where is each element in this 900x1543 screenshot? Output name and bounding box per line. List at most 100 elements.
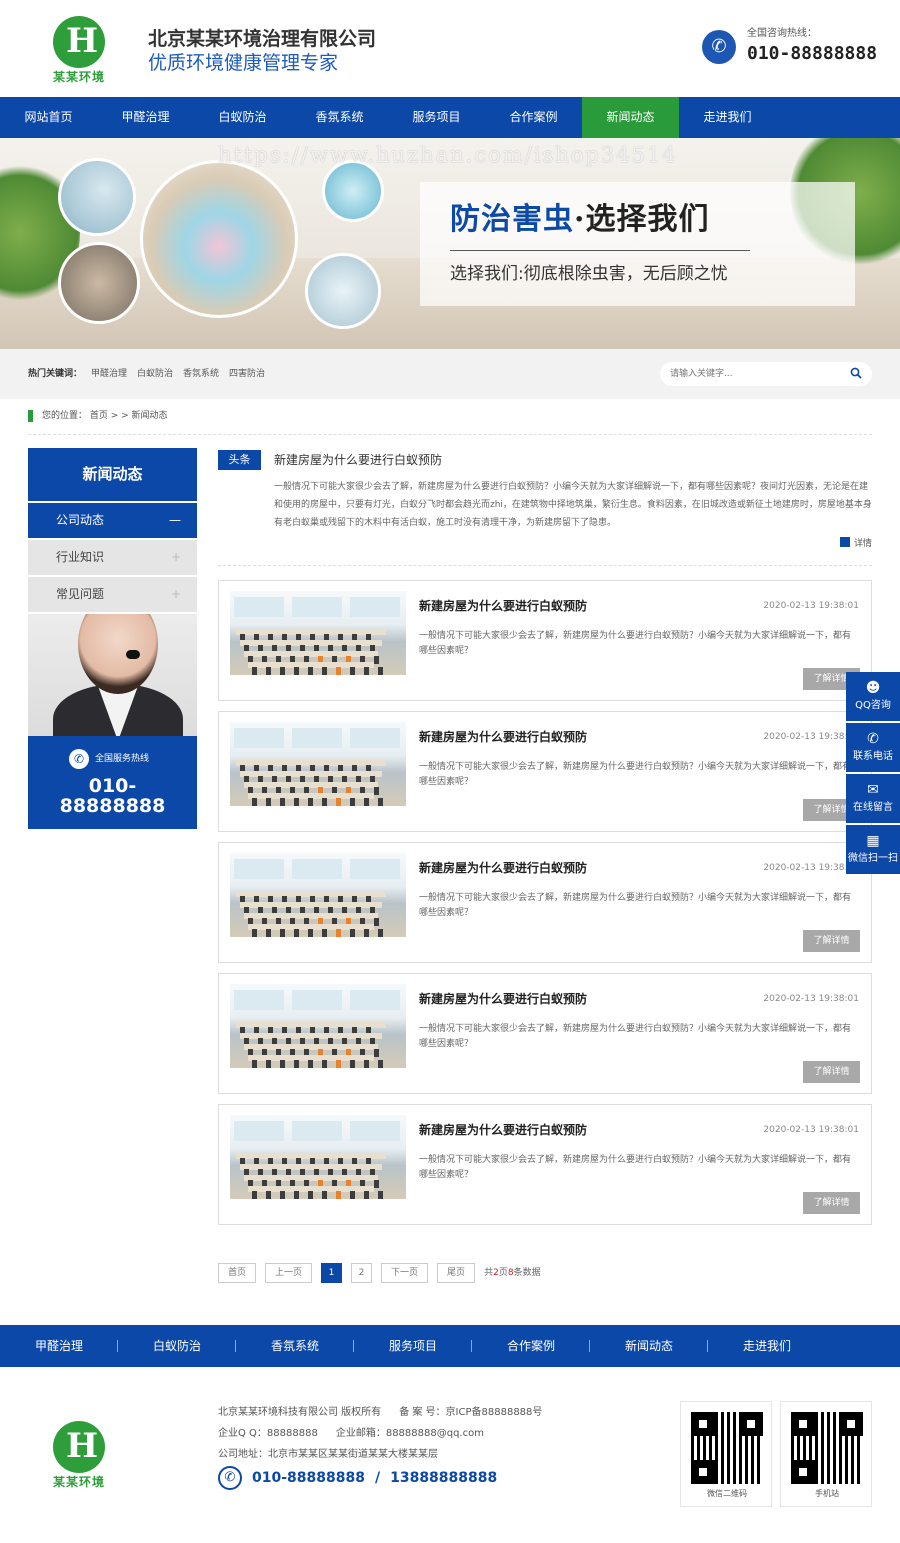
nav-item-termite[interactable]: 白蚁防治 (194, 97, 291, 138)
float-phone[interactable]: ✆ 联系电话 (846, 723, 900, 772)
nav-item-home[interactable]: 网站首页 (0, 97, 97, 138)
footer-nav-label: 服务项目 (388, 1339, 437, 1353)
news-card[interactable]: 新建房屋为什么要进行白蚁预防 2020-02-13 19:38:01 一般情况下可能… (218, 580, 872, 701)
logo[interactable]: H 某某环境 (50, 16, 108, 84)
page-number[interactable]: 2 (351, 1263, 373, 1283)
search-icon[interactable] (850, 367, 862, 379)
phone-icon: ✆ (218, 1466, 242, 1490)
site-header: H 某某环境 北京某某环境治理有限公司 优质环境健康管理专家 ✆ 全国咨询热线：… (0, 0, 900, 97)
page-next[interactable]: 下一页 (381, 1263, 429, 1283)
office-photo[interactable] (230, 853, 406, 937)
company-name: 北京某某环境治理有限公司 (148, 28, 377, 50)
footer-nav-item[interactable]: 香氛系统 (236, 1325, 354, 1367)
nav-item-fragrance[interactable]: 香氛系统 (291, 97, 388, 138)
footer-logo[interactable]: H 某某环境 (50, 1421, 108, 1489)
keyword-link[interactable]: 四害防治 (229, 367, 265, 381)
keyword-link[interactable]: 香氛系统 (183, 367, 219, 381)
nav-item-services[interactable]: 服务项目 (388, 97, 485, 138)
float-message[interactable]: ✉ 在线留言 (846, 774, 900, 823)
headset-icon (126, 650, 140, 659)
nav-item-about[interactable]: 走进我们 (679, 97, 776, 138)
keyword-link[interactable]: 白蚁防治 (137, 367, 173, 381)
floating-contact-bar: ☻ QQ咨询 ✆ 联系电话 ✉ 在线留言 ▦ 微信扫一扫 (846, 672, 900, 876)
banner-divider (450, 250, 750, 251)
spray-bottle-photo (322, 160, 384, 222)
logo-mark: H (53, 16, 105, 68)
banner-title: 防治害虫·选择我们 (450, 200, 709, 240)
detail-label: 详情 (853, 539, 872, 549)
page: H 某某环境 北京某某环境治理有限公司 优质环境健康管理专家 ✆ 全国咨询热线：… (0, 0, 900, 1543)
office-photo[interactable] (230, 984, 406, 1068)
news-card[interactable]: 新建房屋为什么要进行白蚁预防 2020-02-13 19:38:01 一般情况下可能… (218, 711, 872, 832)
info-prefix: 共 (484, 1268, 494, 1278)
read-more-button[interactable]: 了解详情 (803, 930, 860, 952)
phone-icon: ✆ (69, 749, 89, 769)
sidebar-hotline-number: 010- 88888888 (28, 776, 197, 816)
expand-icon: + (170, 550, 181, 564)
nav-item-news[interactable]: 新闻动态 (582, 97, 679, 138)
page-first[interactable]: 首页 (218, 1263, 257, 1283)
cleaning-photo (305, 253, 381, 329)
photo-face (78, 614, 158, 694)
sidebar: 新闻动态 公司动态 — 行业知识 + 常见问题 + ✆ 全国服务热线 010- … (28, 448, 197, 829)
news-card[interactable]: 新建房屋为什么要进行白蚁预防 2020-02-13 19:38:01 一般情况下可能… (218, 842, 872, 963)
read-more-button[interactable]: 了解详情 (803, 1192, 860, 1214)
expand-icon: + (170, 587, 181, 601)
page-last[interactable]: 尾页 (437, 1263, 476, 1283)
page-prev[interactable]: 上一页 (265, 1263, 313, 1283)
office-photo[interactable] (230, 591, 406, 675)
main-nav: 网站首页 甲醛治理 白蚁防治 香氛系统 服务项目 合作案例 新闻动态 走进我们 (0, 97, 900, 138)
logo-text: 某某环境 (52, 70, 105, 84)
footer-nav-item[interactable]: 走进我们 (708, 1325, 826, 1367)
footer-nav-item[interactable]: 白蚁防治 (118, 1325, 236, 1367)
keyword-label: 热门关键词： (28, 369, 83, 379)
hero-banner: 防治害虫·选择我们 选择我们:彻底根除虫害，无后顾之忧 https://www.… (0, 138, 900, 349)
news-title[interactable]: 新建房屋为什么要进行白蚁预防 (419, 1122, 587, 1139)
message-icon: ✉ (867, 782, 879, 798)
sidebar-hotline-label: 全国服务热线 (95, 754, 150, 764)
copyright: 北京某某环境科技有限公司 版权所有 (218, 1407, 382, 1418)
footer-nav-label: 新闻动态 (624, 1339, 673, 1353)
company-slogan: 优质环境健康管理专家 (148, 52, 339, 74)
news-summary: 一般情况下可能大家很少会去了解，新建房屋为什么要进行白蚁预防？小编今天就为大家详… (419, 893, 852, 918)
hotline-label: 全国咨询热线： (747, 28, 817, 39)
news-title[interactable]: 新建房屋为什么要进行白蚁预防 (419, 991, 587, 1008)
office-photo[interactable] (230, 1115, 406, 1199)
float-wechat[interactable]: ▦ 微信扫一扫 (846, 825, 900, 874)
nav-item-cases[interactable]: 合作案例 (485, 97, 582, 138)
headline-title[interactable]: 新建房屋为什么要进行白蚁预防 (274, 452, 442, 469)
breadcrumb-text: 您的位置： 首页 > > 新闻动态 (42, 411, 168, 421)
page-number-current[interactable]: 1 (321, 1263, 343, 1283)
news-summary: 一般情况下可能大家很少会去了解，新建房屋为什么要进行白蚁预防？小编今天就为大家详… (419, 1155, 852, 1180)
banner-title-sep: · (574, 202, 586, 237)
sidebar-item-faq[interactable]: 常见问题 + (28, 577, 197, 612)
divider (218, 565, 872, 566)
pagination-info: 共2页8条数据 (484, 1263, 541, 1283)
sidebar-item-industry[interactable]: 行业知识 + (28, 540, 197, 575)
headline-detail-link[interactable]: 详情 (839, 537, 872, 550)
keyword-link[interactable]: 甲醛治理 (91, 367, 127, 381)
news-title[interactable]: 新建房屋为什么要进行白蚁预防 (419, 729, 587, 746)
float-qq[interactable]: ☻ QQ咨询 (846, 672, 900, 721)
news-summary: 一般情况下可能大家很少会去了解，新建房屋为什么要进行白蚁预防？小编今天就为大家详… (419, 1024, 852, 1049)
footer-nav-item[interactable]: 甲醛治理 (0, 1325, 118, 1367)
logo-mark: H (53, 1421, 105, 1473)
breadcrumb-marker (28, 410, 33, 422)
news-card[interactable]: 新建房屋为什么要进行白蚁预防 2020-02-13 19:38:01 一般情况下可能… (218, 973, 872, 1094)
search-input[interactable] (670, 366, 840, 382)
footer-phone-1: 010-88888888 (252, 1470, 365, 1486)
footer-nav-item[interactable]: 新闻动态 (590, 1325, 708, 1367)
news-title[interactable]: 新建房屋为什么要进行白蚁预防 (419, 860, 587, 877)
customer-service-photo (28, 614, 197, 736)
footer-nav-item[interactable]: 合作案例 (472, 1325, 590, 1367)
sidebar-item-company-news[interactable]: 公司动态 — (28, 503, 197, 538)
news-card[interactable]: 新建房屋为什么要进行白蚁预防 2020-02-13 19:38:01 一般情况下可能… (218, 1104, 872, 1225)
footer-nav-item[interactable]: 服务项目 (354, 1325, 472, 1367)
footer-email: 企业邮箱：88888888@qq.com (335, 1428, 484, 1439)
float-label: 在线留言 (853, 802, 893, 813)
nav-item-formaldehyde[interactable]: 甲醛治理 (97, 97, 194, 138)
news-title[interactable]: 新建房屋为什么要进行白蚁预防 (419, 598, 587, 615)
news-date: 2020-02-13 19:38:01 (763, 994, 859, 1004)
read-more-button[interactable]: 了解详情 (803, 1061, 860, 1083)
office-photo[interactable] (230, 722, 406, 806)
